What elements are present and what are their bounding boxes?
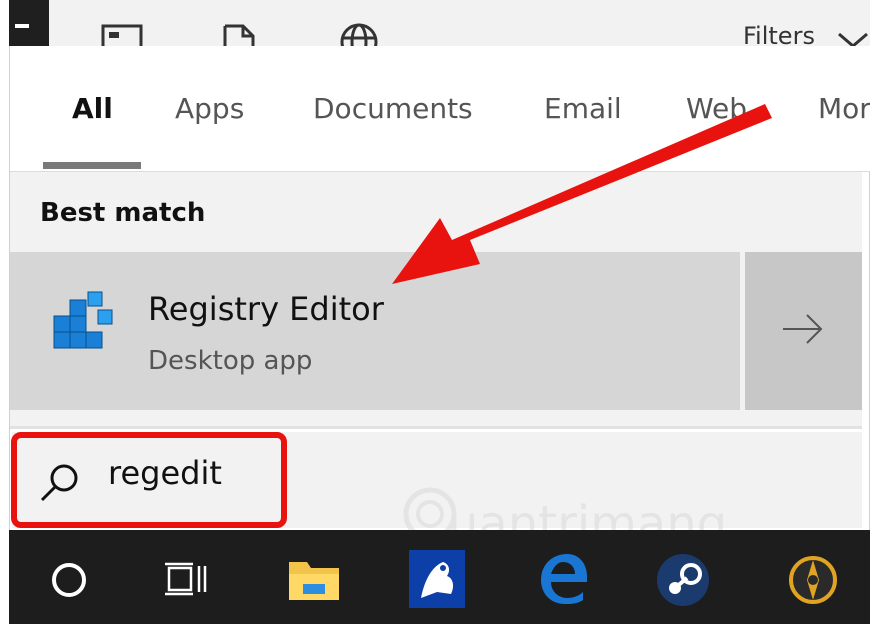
tab-apps[interactable]: Apps: [175, 92, 244, 125]
start-edge: [9, 0, 49, 46]
top-toolbar: Filters: [9, 0, 870, 46]
section-heading: Best match: [40, 198, 206, 228]
registry-editor-icon: [53, 291, 113, 349]
app-round-icon[interactable]: [785, 552, 841, 608]
task-view-icon[interactable]: [163, 560, 209, 600]
chevron-down-icon[interactable]: [835, 30, 870, 46]
globe-icon[interactable]: [339, 14, 379, 46]
result-subtitle: Desktop app: [148, 346, 313, 376]
active-tab-indicator: [43, 162, 141, 169]
filters-dropdown[interactable]: Filters: [743, 22, 815, 46]
cortana-circle-icon[interactable]: [49, 560, 89, 600]
file-icon[interactable]: [221, 14, 257, 46]
edge-icon[interactable]: [537, 552, 589, 604]
divider: [10, 426, 862, 429]
file-explorer-icon[interactable]: [285, 554, 343, 604]
filter-tabs: All Apps Documents Email Web Mor: [10, 46, 870, 172]
tab-email[interactable]: Email: [544, 92, 622, 125]
tab-all[interactable]: All: [72, 92, 113, 125]
app-frog-icon[interactable]: [407, 548, 467, 610]
best-match-section: Best match Registry Editor Desktop app: [10, 172, 862, 426]
result-title: Registry Editor: [148, 290, 384, 328]
search-highlight-box: [11, 432, 287, 528]
tab-more[interactable]: Mor: [818, 92, 870, 125]
taskbar: [9, 530, 870, 624]
tab-web[interactable]: Web: [686, 92, 747, 125]
steam-icon[interactable]: [655, 552, 711, 608]
document-icon[interactable]: [101, 14, 143, 46]
open-details-button[interactable]: [745, 252, 862, 410]
arrow-right-icon: [783, 314, 823, 344]
best-match-result[interactable]: Registry Editor Desktop app: [10, 252, 740, 410]
tab-documents[interactable]: Documents: [313, 92, 473, 125]
